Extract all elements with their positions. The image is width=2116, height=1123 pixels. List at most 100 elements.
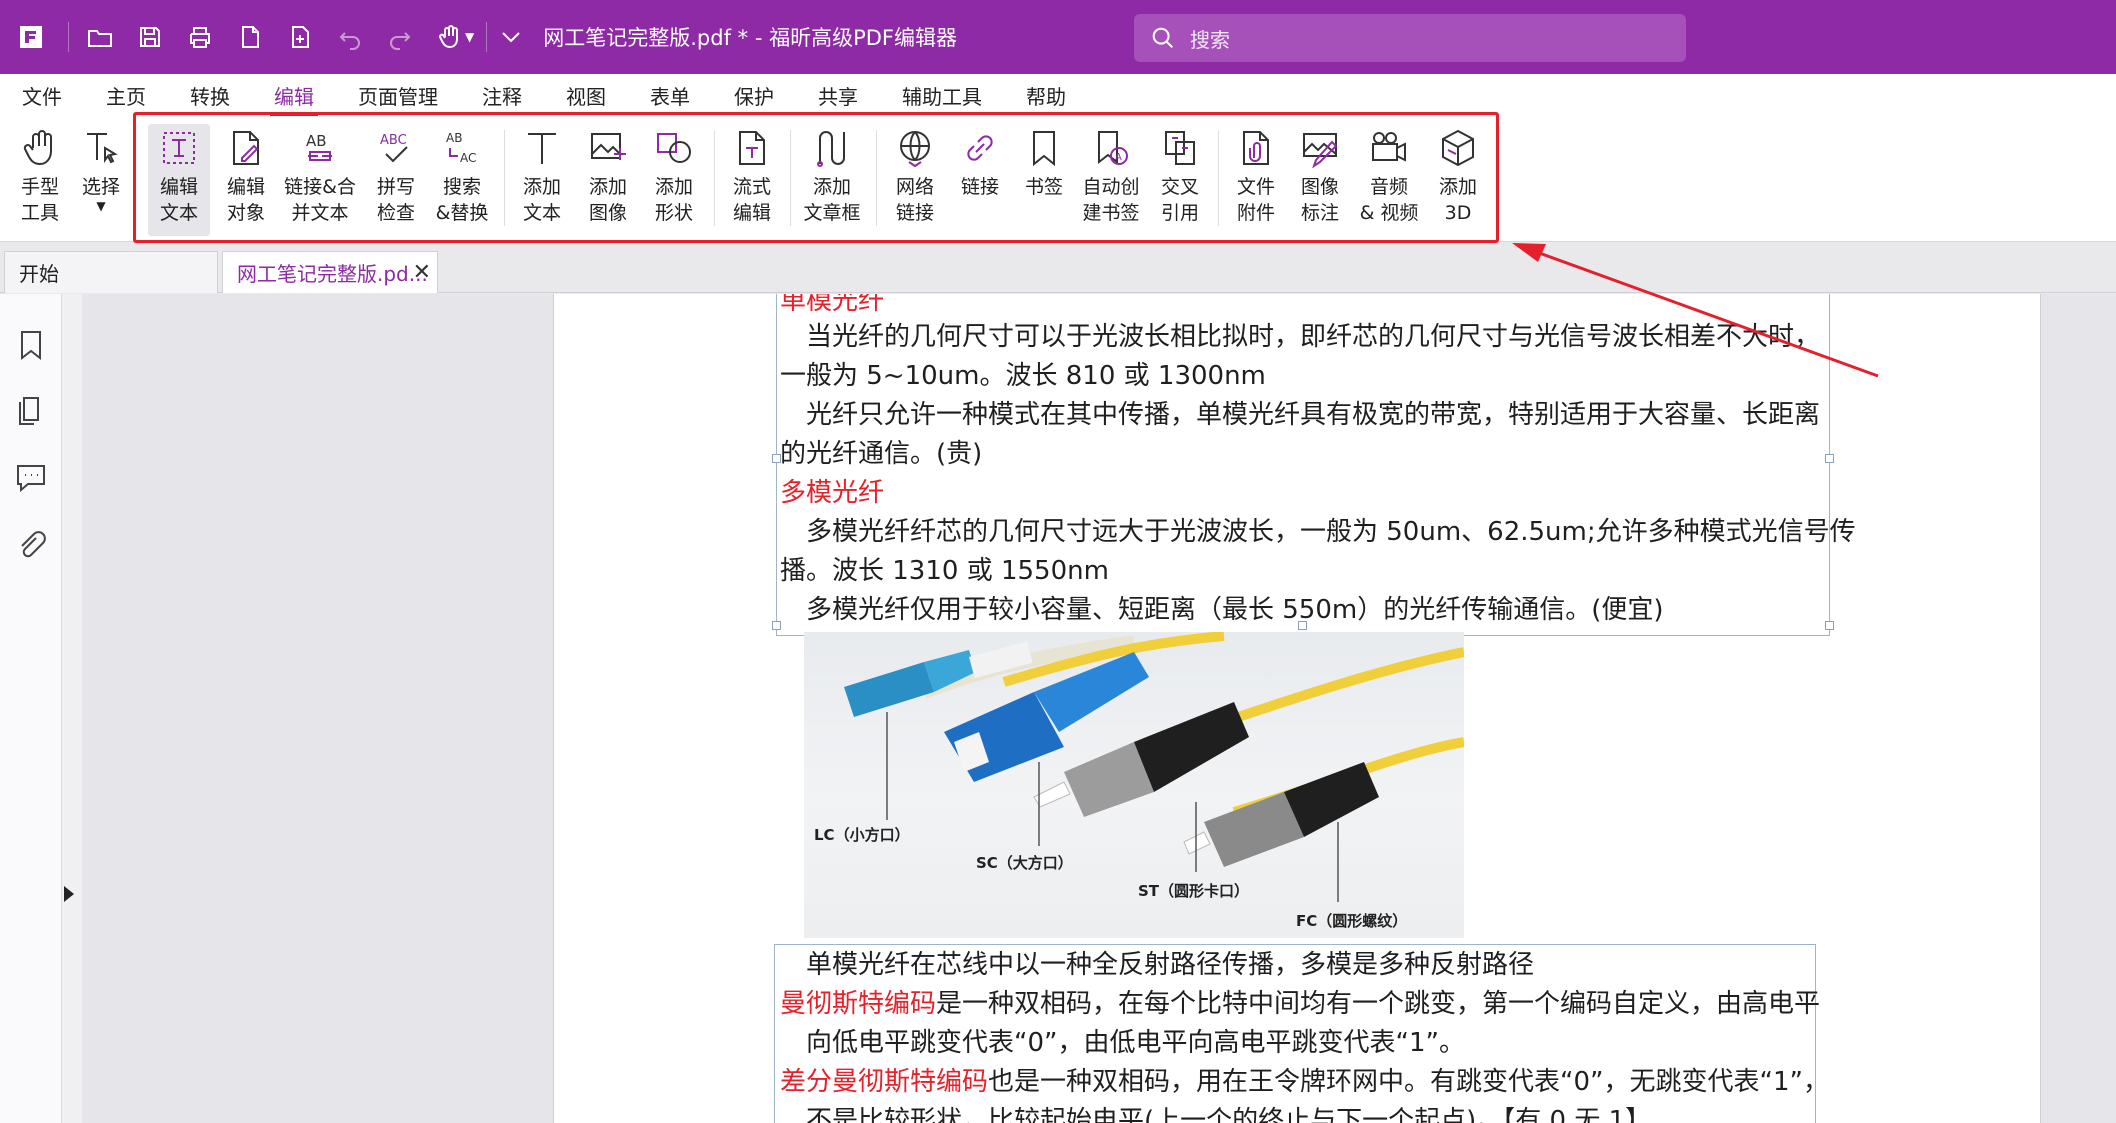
file-attachment-button[interactable]: 文件 附件 [1228, 124, 1284, 236]
tab-document[interactable]: 网工笔记完整版.pd... ✕ [222, 251, 438, 293]
menu-page-management[interactable]: 页面管理 [358, 81, 438, 116]
open-folder-icon[interactable] [75, 0, 125, 74]
menu-view[interactable]: 视图 [566, 81, 606, 116]
edit-object-button[interactable]: 编辑 对象 [218, 124, 274, 236]
menu-convert[interactable]: 转换 [190, 81, 230, 116]
menu-comment[interactable]: 注释 [482, 81, 522, 116]
spell-check-label: 拼写 检查 [376, 176, 415, 224]
svg-text:AB: AB [446, 131, 462, 145]
cube-3d-icon [1442, 129, 1474, 167]
menu-accessibility[interactable]: 辅助工具 [902, 81, 982, 116]
select-dropdown-icon[interactable]: ▼ [96, 200, 105, 212]
paragraph-line: 一般为 5~10um。波长 810 或 1300nm [780, 361, 1266, 391]
audio-video-icon [1372, 132, 1406, 162]
undo-icon[interactable] [325, 0, 375, 74]
link-label: 链接 [960, 176, 999, 198]
new-document-icon[interactable] [225, 0, 275, 74]
resize-handle[interactable] [1825, 454, 1834, 463]
menu-edit[interactable]: 编辑 [270, 81, 318, 116]
auto-bookmark-label: 自动创 建书签 [1082, 176, 1140, 224]
resize-handle[interactable] [1825, 621, 1834, 630]
paragraph-line: 差分曼彻斯特编码也是一种双相码，用在王令牌环网中。有跳变代表“0”，无跳变代表“… [780, 1061, 1829, 1098]
document-tab-bar: 开始 网工笔记完整版.pd... ✕ [0, 243, 2116, 293]
search-replace-label: 搜索 &替换 [435, 176, 489, 224]
term-manchester: 曼彻斯特编码 [780, 989, 937, 1019]
menu-form[interactable]: 表单 [650, 81, 690, 116]
edit-object-icon [233, 131, 259, 165]
spell-check-button[interactable]: ABC 拼写 检查 [368, 124, 424, 236]
bookmark-button[interactable]: 书签 [1016, 124, 1072, 236]
attachments-panel-icon[interactable] [14, 528, 48, 562]
select-button[interactable]: 选择 ▼ [78, 124, 124, 236]
add-article-button[interactable]: 添加 文章框 [798, 124, 866, 236]
svg-text:AC: AC [460, 151, 476, 165]
bookmark-label: 书签 [1024, 176, 1063, 198]
term-differential-manchester: 差分曼彻斯特编码 [780, 1067, 989, 1097]
edit-text-label: 编辑 文本 [159, 176, 198, 224]
add-image-icon [591, 133, 626, 160]
paragraph-line: 多模光纤纤芯的几何尺寸远大于光波波长，一般为 50um、62.5um;允许多种模… [806, 517, 1856, 547]
add-text-button[interactable]: 添加 文本 [514, 124, 570, 236]
menu-help[interactable]: 帮助 [1026, 81, 1066, 116]
cross-reference-button[interactable]: 交叉 引用 [1152, 124, 1208, 236]
web-link-button[interactable]: 网络 链接 [884, 124, 946, 236]
ribbon-divider [504, 130, 505, 226]
paragraph-line: 的光纤通信。(贵) [780, 439, 983, 469]
fiber-label-fc: FC（圆形螺纹） [1296, 912, 1408, 930]
paragraph-line: 当光纤的几何尺寸可以于光波长相比拟时，即纤芯的几何尺寸与光信号波长相差不大时， [806, 322, 1821, 352]
search-icon [1152, 27, 1174, 49]
customize-toolbar-icon[interactable] [493, 0, 529, 74]
paragraph-line: 播。波长 1310 或 1550nm [780, 556, 1109, 586]
add-shape-icon [657, 133, 691, 163]
add-image-button[interactable]: 添加 图像 [578, 124, 638, 236]
image-annotation-button[interactable]: 图像 标注 [1292, 124, 1348, 236]
resize-handle[interactable] [772, 621, 781, 630]
hand-tool-button[interactable]: 手型 工具 [12, 124, 68, 236]
add-text-label: 添加 文本 [522, 176, 561, 224]
pages-panel-icon[interactable] [14, 394, 48, 428]
print-icon[interactable] [175, 0, 225, 74]
add-3d-button[interactable]: 添加 3D [1430, 124, 1486, 236]
menu-protect[interactable]: 保护 [734, 81, 774, 116]
web-link-icon [900, 131, 930, 168]
comments-panel-icon[interactable] [14, 460, 48, 494]
menu-file[interactable]: 文件 [22, 81, 62, 116]
auto-bookmark-button[interactable]: A 自动创 建书签 [1078, 124, 1144, 236]
add-3d-label: 添加 3D [1438, 176, 1477, 224]
tab-start-label: 开始 [19, 262, 59, 286]
ribbon-divider [876, 130, 877, 226]
flow-edit-button[interactable]: 流式 编辑 [724, 124, 780, 236]
tab-start[interactable]: 开始 [4, 251, 218, 293]
add-shape-button[interactable]: 添加 形状 [644, 124, 704, 236]
paragraph-line: 不是比较形状，比较起始电平(上一个的终止与下一个起点)。【有 0 无 1】 [806, 1106, 1652, 1123]
link-merge-text-button[interactable]: AB 链接&合 并文本 [282, 124, 358, 236]
edit-text-button[interactable]: 编辑 文本 [148, 124, 210, 236]
fiber-connectors-image[interactable]: LC（小方口） SC（大方口） ST（圆形卡口） FC（圆形螺纹） [804, 631, 1465, 938]
audio-video-button[interactable]: 音频 & 视频 [1352, 124, 1426, 236]
web-link-label: 网络 链接 [895, 176, 934, 224]
title-bar: ▼ 网工笔记完整版.pdf * - 福昕高级PDF编辑器 搜索 [0, 0, 2116, 74]
image-annotation-icon [1303, 133, 1338, 168]
bookmark-panel-icon[interactable] [14, 328, 48, 362]
search-input[interactable]: 搜索 [1134, 14, 1686, 62]
expand-panel-icon[interactable] [64, 886, 74, 902]
quick-tool-dropdown-icon[interactable]: ▼ [465, 30, 474, 44]
paragraph-line: 曼彻斯特编码是一种双相码，在每个比特中间均有一个跳变，第一个编码自定义，由高电平 [780, 983, 1820, 1020]
search-placeholder: 搜索 [1190, 27, 1230, 52]
create-pdf-icon[interactable] [275, 0, 325, 74]
image-annotation-label: 图像 标注 [1300, 176, 1339, 224]
link-merge-text-label: 链接&合 并文本 [284, 176, 356, 224]
link-button[interactable]: 链接 [952, 124, 1008, 236]
menu-share[interactable]: 共享 [818, 81, 858, 116]
file-attachment-label: 文件 附件 [1236, 176, 1275, 224]
menu-home[interactable]: 主页 [106, 81, 146, 116]
ribbon-divider [1218, 130, 1219, 226]
redo-icon[interactable] [375, 0, 425, 74]
paragraph-line: 单模光纤在芯线中以一种全反射路径传播，多模是多种反射路径 [806, 950, 1535, 980]
close-tab-icon[interactable]: ✕ [413, 260, 431, 285]
save-icon[interactable] [125, 0, 175, 74]
add-image-label: 添加 图像 [588, 176, 627, 224]
search-replace-button[interactable]: AB AC 搜索 &替换 [432, 124, 492, 236]
paragraph-text: 也是一种双相码，用在王令牌环网中。有跳变代表“0”，无跳变代表“1”， [988, 1067, 1829, 1097]
foxit-logo-icon[interactable] [0, 0, 62, 74]
